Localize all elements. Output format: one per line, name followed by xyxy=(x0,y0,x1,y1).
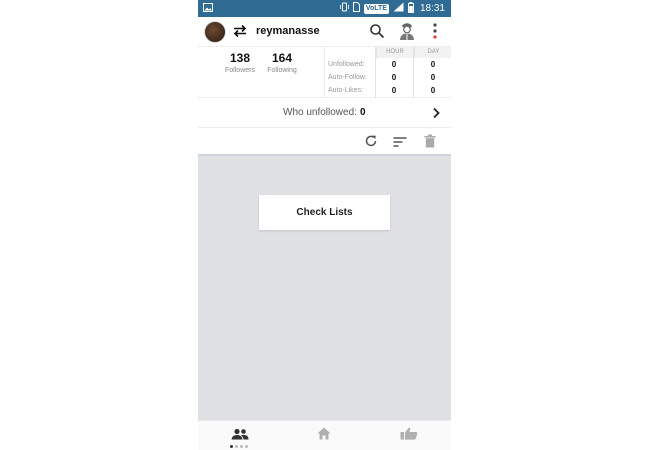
list-content-area: Check Lists xyxy=(198,156,451,420)
refresh-icon[interactable] xyxy=(364,134,378,148)
list-toolbar xyxy=(198,128,451,156)
vibrate-icon xyxy=(339,2,349,15)
page-dot xyxy=(230,445,233,448)
page-indicator xyxy=(230,445,248,448)
followers-count: 138 xyxy=(229,51,251,65)
check-lists-button[interactable]: Check Lists xyxy=(259,195,390,230)
following-counter[interactable]: 164 Following xyxy=(260,51,304,74)
nav-tab-likes[interactable] xyxy=(367,421,451,450)
chevron-right-icon[interactable] xyxy=(431,106,441,119)
following-label: Following xyxy=(267,67,297,74)
who-unfollowed-row[interactable]: Who unfollowed: 0 xyxy=(198,98,451,128)
thumbs-up-icon xyxy=(400,427,418,445)
profile-icon[interactable] xyxy=(398,21,416,41)
avatar[interactable] xyxy=(204,21,226,43)
row-label-auto-likes: Auto-Likes: xyxy=(328,87,364,94)
column-header-hour: HOUR xyxy=(376,47,413,58)
more-vert-icon[interactable] xyxy=(431,22,439,42)
who-unfollowed-label: Who unfollowed: xyxy=(283,107,357,118)
image-notification-icon xyxy=(203,3,213,15)
following-count: 164 xyxy=(271,51,293,65)
auto-follow-hour-value: 0 xyxy=(391,73,397,82)
sim-icon xyxy=(352,2,360,15)
status-bar: VoLTE 18:31 xyxy=(198,0,451,17)
followers-label: Followers xyxy=(225,67,255,74)
page-dot xyxy=(235,445,238,448)
unfollowed-hour-value: 0 xyxy=(391,60,397,69)
search-icon[interactable] xyxy=(369,23,385,39)
signal-icon xyxy=(393,2,404,15)
unfollowed-day-value: 0 xyxy=(430,60,436,69)
row-label-auto-follow: Auto-Follow: xyxy=(328,74,367,81)
battery-icon xyxy=(407,1,414,16)
auto-likes-day-value: 0 xyxy=(430,86,436,95)
sort-icon[interactable] xyxy=(393,135,407,147)
username: reymanasse xyxy=(256,25,320,37)
swap-icon[interactable] xyxy=(232,23,248,39)
app-screen: VoLTE 18:31 reymanasse 138 Followers 164… xyxy=(198,0,451,450)
row-label-unfollowed: Unfollowed: xyxy=(328,61,365,68)
auto-likes-hour-value: 0 xyxy=(391,86,397,95)
network-badge: VoLTE xyxy=(363,3,389,14)
nav-tab-home[interactable] xyxy=(282,421,366,450)
bottom-navigation xyxy=(198,420,451,450)
page-dot xyxy=(240,445,243,448)
app-header: reymanasse xyxy=(198,17,451,47)
home-icon xyxy=(317,427,331,445)
followers-counter[interactable]: 138 Followers xyxy=(218,51,262,74)
stats-panel: 138 Followers 164 Following HOUR DAY Unf… xyxy=(198,47,451,98)
auto-follow-day-value: 0 xyxy=(430,73,436,82)
column-header-day: DAY xyxy=(414,47,451,58)
clock: 18:31 xyxy=(419,3,445,14)
who-unfollowed-count: 0 xyxy=(360,107,366,118)
activity-table: HOUR DAY Unfollowed: 0 0 Auto-Follow: 0 … xyxy=(324,47,451,98)
people-icon xyxy=(231,427,249,445)
page-dot xyxy=(245,445,248,448)
delete-icon[interactable] xyxy=(424,134,436,148)
